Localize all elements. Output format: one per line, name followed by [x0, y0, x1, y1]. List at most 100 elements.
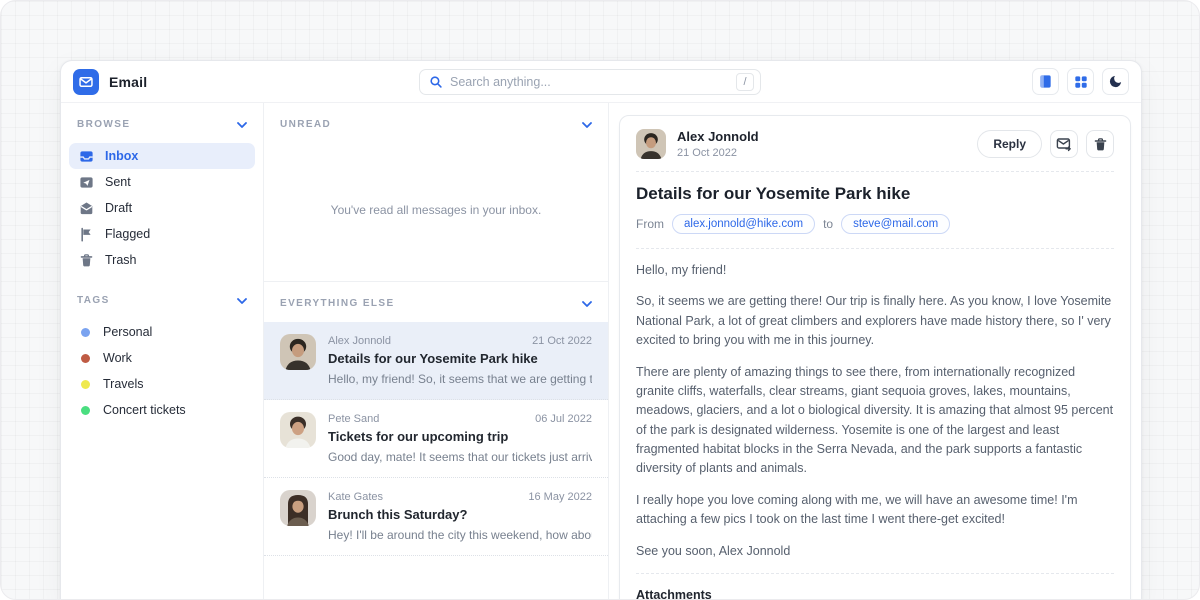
tag-dot [81, 380, 90, 389]
mail-body: Hello, my friend! So, it seems we are ge… [636, 261, 1114, 561]
mail-sender: Pete Sand [328, 413, 379, 425]
mail-paragraph: I really hope you love coming along with… [636, 491, 1114, 530]
tag-label: Travels [103, 377, 144, 391]
mail-subject: Brunch this Saturday? [328, 507, 592, 522]
tag-label: Personal [103, 325, 152, 339]
reply-button[interactable]: Reply [977, 130, 1042, 158]
sidebar-item-flagged[interactable]: Flagged [69, 221, 255, 247]
mail-date: 16 May 2022 [528, 491, 592, 503]
sidebar-item-draft[interactable]: Draft [69, 195, 255, 221]
mail-signoff: See you soon, Alex Jonnold [636, 542, 1114, 561]
attachments-label: Attachments [636, 588, 1114, 600]
inbox-icon [79, 149, 94, 164]
tag-dot [81, 328, 90, 337]
chevron-down-icon[interactable] [237, 122, 247, 128]
mail-date: 21 Oct 2022 [532, 335, 592, 347]
sidebar: BROWSE Inbox [61, 103, 263, 600]
dark-mode-button[interactable] [1102, 68, 1129, 95]
header-actions [1032, 68, 1129, 95]
app-title: Email [109, 74, 147, 90]
unread-section-header[interactable]: UNREAD [264, 119, 608, 130]
chevron-down-icon[interactable] [582, 122, 592, 128]
tag-label: Work [103, 351, 132, 365]
chevron-down-icon[interactable] [237, 298, 247, 304]
from-email-chip[interactable]: alex.jonnold@hike.com [672, 214, 815, 234]
mail-list-item[interactable]: Alex Jonnold 21 Oct 2022 Details for our… [264, 322, 608, 400]
tags-label: TAGS [77, 295, 110, 306]
detail-actions: Reply [977, 130, 1114, 158]
search-input[interactable] [450, 75, 736, 89]
tag-dot [81, 354, 90, 363]
browse-nav: Inbox Sent Draft [61, 143, 263, 273]
sent-icon [79, 175, 94, 190]
sidebar-item-label: Sent [105, 175, 131, 189]
apps-grid-button[interactable] [1067, 68, 1094, 95]
mail-list-item[interactable]: Kate Gates 16 May 2022 Brunch this Satur… [264, 478, 608, 556]
avatar [280, 334, 316, 370]
envelope-icon [79, 75, 93, 89]
draft-icon [79, 201, 94, 216]
mail-list-column: UNREAD You've read all messages in your … [263, 103, 609, 600]
tag-item-concert-tickets[interactable]: Concert tickets [69, 397, 255, 423]
app-header: Email / [61, 61, 1141, 103]
tags-section-header[interactable]: TAGS [61, 295, 263, 306]
sidebar-item-label: Flagged [105, 227, 150, 241]
forward-mail-button[interactable] [1050, 130, 1078, 158]
tag-item-personal[interactable]: Personal [69, 319, 255, 345]
avatar [636, 129, 666, 159]
trash-icon [79, 253, 94, 268]
delete-mail-button[interactable] [1086, 130, 1114, 158]
chevron-down-icon[interactable] [582, 301, 592, 307]
avatar [280, 412, 316, 448]
book-icon [1038, 74, 1053, 89]
avatar [280, 490, 316, 526]
divider [636, 171, 1114, 172]
page-background: Email / [0, 0, 1200, 600]
mail-date: 06 Jul 2022 [535, 413, 592, 425]
mail-preview: Hey! I'll be around the city this weeken… [328, 528, 592, 542]
grid-icon [1074, 75, 1088, 89]
search-icon [429, 75, 443, 89]
unread-empty-message: You've read all messages in your inbox. [264, 143, 608, 281]
flag-icon [79, 227, 94, 242]
tag-item-work[interactable]: Work [69, 345, 255, 371]
browse-section-header[interactable]: BROWSE [61, 119, 263, 130]
mail-subject: Tickets for our upcoming trip [328, 429, 592, 444]
sidebar-item-sent[interactable]: Sent [69, 169, 255, 195]
detail-header: Alex Jonnold 21 Oct 2022 Reply [636, 129, 1114, 159]
mail-preview: Hello, my friend! So, it seems that we a… [328, 372, 592, 386]
tags-list: Personal Work Travels Concert tickets [61, 319, 263, 423]
sidebar-item-label: Draft [105, 201, 132, 215]
sidebar-item-inbox[interactable]: Inbox [69, 143, 255, 169]
trash-icon [1093, 137, 1108, 152]
sidebar-item-label: Trash [105, 253, 137, 267]
sidebar-item-label: Inbox [105, 149, 138, 163]
tag-dot [81, 406, 90, 415]
app-logo [73, 69, 99, 95]
moon-icon [1108, 74, 1123, 89]
mail-list-item[interactable]: Pete Sand 06 Jul 2022 Tickets for our up… [264, 400, 608, 478]
to-label: to [823, 217, 833, 231]
book-button[interactable] [1032, 68, 1059, 95]
mail-detail-pane: Alex Jonnold 21 Oct 2022 Reply [609, 103, 1141, 600]
search-shortcut-badge: / [736, 73, 754, 91]
everything-else-section-header[interactable]: EVERYTHING ELSE [264, 281, 608, 309]
tag-item-travels[interactable]: Travels [69, 371, 255, 397]
from-label: From [636, 217, 664, 231]
tag-label: Concert tickets [103, 403, 186, 417]
mail-paragraph: Hello, my friend! [636, 261, 1114, 280]
sidebar-item-trash[interactable]: Trash [69, 247, 255, 273]
mail-forward-icon [1056, 136, 1072, 152]
divider [636, 248, 1114, 249]
search-bar[interactable]: / [419, 69, 761, 95]
email-app-window: Email / [60, 60, 1142, 600]
mail-sender: Kate Gates [328, 491, 383, 503]
detail-subject: Details for our Yosemite Park hike [636, 184, 1114, 204]
mail-sender: Alex Jonnold [328, 335, 391, 347]
mail-paragraph: There are plenty of amazing things to se… [636, 363, 1114, 479]
mail-paragraph: So, it seems we are getting there! Our t… [636, 292, 1114, 350]
divider [636, 573, 1114, 574]
everything-else-label: EVERYTHING ELSE [280, 298, 395, 309]
to-email-chip[interactable]: steve@mail.com [841, 214, 950, 234]
mail-subject: Details for our Yosemite Park hike [328, 351, 592, 366]
